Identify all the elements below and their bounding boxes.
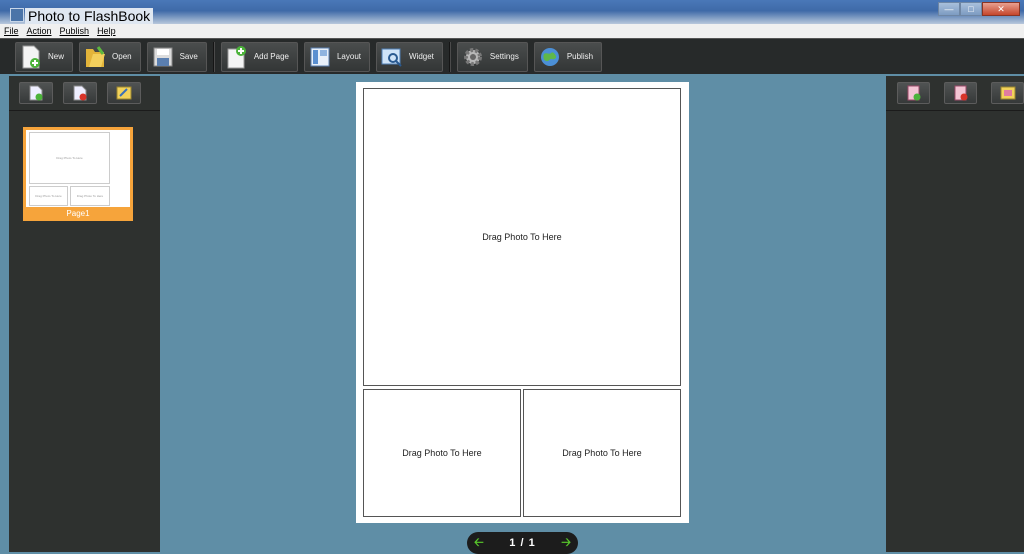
next-page-arrow-icon[interactable]: 🡢 <box>561 533 571 554</box>
window-title: Photo to FlashBook <box>25 8 154 24</box>
new-button[interactable]: New <box>15 41 74 72</box>
add-page-icon <box>226 44 248 70</box>
page-indicator: 1 / 1 <box>509 537 536 549</box>
edit-photo-tool-button[interactable] <box>991 82 1024 104</box>
photos-panel-toolbar <box>886 76 1024 111</box>
app-icon <box>10 8 24 22</box>
add-photo-icon <box>907 85 920 101</box>
open-label: Open <box>112 52 132 61</box>
gear-icon <box>462 44 484 70</box>
add-photo-tool-button[interactable] <box>897 82 930 104</box>
page-thumbnail-preview: Drag Photo To Here Drag Photo To Here Dr… <box>26 130 130 207</box>
menu-help[interactable]: Help <box>97 26 116 36</box>
add-page-label: Add Page <box>253 52 289 61</box>
minimize-button[interactable]: — <box>938 2 960 16</box>
maximize-button[interactable]: □ <box>960 2 982 16</box>
page-canvas: Drag Photo To Here Drag Photo To Here Dr… <box>356 82 689 523</box>
delete-page-icon <box>73 85 87 101</box>
previous-page-arrow-icon[interactable]: 🡠 <box>474 533 484 554</box>
page-thumbnail-label: Page1 <box>66 209 90 218</box>
widget-label: Widget <box>409 52 434 61</box>
pages-panel: Drag Photo To Here Drag Photo To Here Dr… <box>9 76 160 552</box>
main-toolbar: New Open Save Add Page Layout Widget Set… <box>0 38 1024 74</box>
remove-photo-icon <box>954 85 967 101</box>
widget-icon <box>381 44 403 70</box>
layout-label: Layout <box>336 52 361 61</box>
menu-publish[interactable]: Publish <box>60 26 90 36</box>
window-controls: — □ ✕ <box>938 2 1020 18</box>
toolbar-separator <box>212 41 215 72</box>
menu-bar: File Action Publish Help <box>0 24 1024 38</box>
thumbnail-slot: Drag Photo To Here <box>70 186 110 206</box>
save-disk-icon <box>152 44 174 70</box>
page-thumbnail[interactable]: Drag Photo To Here Drag Photo To Here Dr… <box>23 127 133 221</box>
thumbnail-slot: Drag Photo To Here <box>29 186 68 206</box>
publish-button[interactable]: Publish <box>533 41 603 72</box>
menu-file[interactable]: File <box>4 26 19 36</box>
save-button[interactable]: Save <box>146 41 207 72</box>
add-page-button[interactable]: Add Page <box>220 41 298 72</box>
open-folder-icon <box>84 44 106 70</box>
menu-action[interactable]: Action <box>27 26 52 36</box>
title-bar: Photo to FlashBook — □ ✕ <box>0 0 1024 24</box>
new-document-icon <box>20 44 42 70</box>
open-button[interactable]: Open <box>79 41 141 72</box>
edit-page-tool-button[interactable] <box>107 82 141 104</box>
pages-panel-toolbar <box>9 76 160 111</box>
close-button[interactable]: ✕ <box>982 2 1020 16</box>
photo-drop-zone-top[interactable]: Drag Photo To Here <box>363 88 681 386</box>
publish-label: Publish <box>566 52 594 61</box>
settings-button[interactable]: Settings <box>456 41 528 72</box>
photo-drop-zone-bottom-left[interactable]: Drag Photo To Here <box>363 389 521 517</box>
thumbnail-slot: Drag Photo To Here <box>29 132 110 184</box>
settings-label: Settings <box>489 52 519 61</box>
photos-panel <box>886 76 1024 552</box>
toolbar-separator <box>448 41 451 72</box>
delete-page-tool-button[interactable] <box>63 82 97 104</box>
edit-page-icon <box>116 86 132 100</box>
add-page-tool-button[interactable] <box>19 82 53 104</box>
layout-icon <box>309 44 331 70</box>
remove-photo-tool-button[interactable] <box>944 82 977 104</box>
new-label: New <box>48 52 65 61</box>
save-label: Save <box>179 52 198 61</box>
layout-button[interactable]: Layout <box>303 41 370 72</box>
photo-drop-zone-bottom-right[interactable]: Drag Photo To Here <box>523 389 681 517</box>
widget-button[interactable]: Widget <box>376 41 443 72</box>
edit-photo-icon <box>1000 86 1015 100</box>
globe-icon <box>539 44 561 70</box>
page-navigator: 🡠 1 / 1 🡢 <box>467 532 578 554</box>
add-page-icon <box>29 85 43 101</box>
